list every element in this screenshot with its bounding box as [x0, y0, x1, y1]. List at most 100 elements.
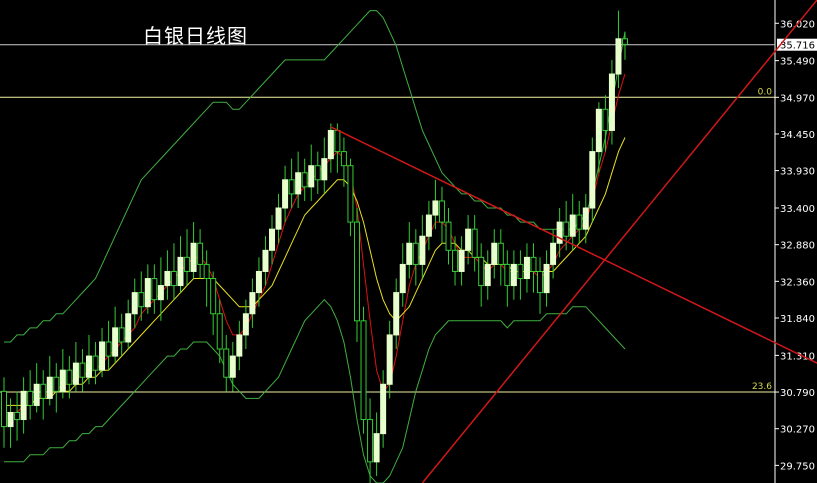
- candle-up: [556, 221, 563, 244]
- candle-up: [262, 249, 269, 272]
- candle-up: [373, 433, 380, 463]
- y-tick-label: 32.360: [780, 277, 815, 288]
- candle-up: [275, 207, 282, 230]
- candle-down: [14, 411, 21, 421]
- candle-down: [471, 228, 478, 258]
- candle-up: [112, 327, 119, 357]
- candle-down: [92, 355, 99, 371]
- candle-down: [118, 327, 125, 343]
- candle-up: [465, 228, 472, 251]
- candle-down: [216, 313, 223, 350]
- fib-level-label: 23.6: [752, 382, 772, 392]
- candle-up: [327, 129, 334, 160]
- candle-up: [164, 270, 171, 287]
- candle-up: [425, 214, 432, 237]
- candle-down: [360, 320, 367, 421]
- candle-down: [497, 242, 504, 265]
- candle-down: [517, 263, 524, 280]
- candle-down: [537, 270, 544, 294]
- candle-up: [523, 256, 530, 280]
- candle-down: [197, 242, 204, 265]
- candle-down: [203, 263, 210, 280]
- candle-up: [72, 362, 79, 385]
- candle-up: [46, 376, 53, 399]
- candle-up: [295, 172, 302, 195]
- fib-level-label: 0.0: [758, 87, 773, 97]
- candle-up: [321, 158, 328, 181]
- candle-down: [478, 256, 485, 287]
- candle-up: [308, 165, 315, 188]
- candle-up: [484, 263, 491, 287]
- y-tick-label: 34.450: [780, 130, 815, 141]
- candle-up: [144, 278, 151, 308]
- candle-up: [177, 256, 184, 287]
- candle-down: [412, 242, 419, 265]
- candle-up: [99, 341, 106, 371]
- candle-up: [20, 390, 27, 421]
- candle-down: [340, 151, 347, 167]
- candle-up: [550, 242, 557, 265]
- candle-up: [7, 411, 14, 428]
- candle-up: [458, 249, 465, 272]
- candle-down: [53, 376, 60, 392]
- candle-down: [445, 221, 452, 251]
- trend-line: [330, 126, 817, 364]
- y-tick-label: 34.970: [780, 93, 815, 104]
- candle-down: [151, 278, 158, 301]
- series-line: [4, 298, 626, 483]
- candle-up: [33, 383, 40, 406]
- candle-down: [79, 362, 86, 378]
- candle-up: [419, 235, 426, 265]
- candle-down: [301, 172, 308, 188]
- candle-down: [223, 348, 230, 378]
- candle-up: [255, 270, 262, 294]
- candle-up: [59, 369, 66, 392]
- candle-up: [236, 334, 243, 357]
- candle-up: [386, 334, 393, 385]
- candle-up: [543, 263, 550, 294]
- candle-down: [1, 390, 7, 428]
- candle-up: [125, 313, 132, 343]
- candle-up: [131, 292, 138, 315]
- candle-down: [105, 341, 112, 357]
- y-tick-label: 30.270: [780, 425, 815, 436]
- candle-down: [66, 369, 73, 385]
- candle-down: [334, 129, 341, 153]
- candle-up: [491, 242, 498, 265]
- candle-down: [353, 221, 360, 322]
- candle-up: [432, 200, 439, 216]
- current-price-label: 35.716: [780, 41, 815, 52]
- candle-down: [27, 390, 34, 406]
- candle-down: [288, 179, 295, 195]
- candle-up: [242, 313, 249, 336]
- candle-down: [40, 383, 47, 399]
- candle-up: [380, 383, 387, 435]
- candle-up: [608, 73, 615, 131]
- candle-up: [582, 207, 589, 230]
- candle-down: [563, 221, 570, 237]
- y-tick-label: 33.930: [780, 167, 815, 178]
- y-tick-label: 30.790: [780, 388, 815, 399]
- candle-down: [576, 214, 583, 230]
- y-tick-label: 35.490: [780, 57, 815, 68]
- candle-up: [190, 242, 197, 272]
- candle-up: [406, 242, 413, 265]
- candle-down: [602, 108, 609, 131]
- candle-up: [269, 228, 276, 251]
- candle-down: [622, 38, 628, 45]
- candle-up: [399, 263, 406, 294]
- candle-down: [184, 256, 191, 272]
- candle-up: [589, 151, 596, 209]
- candle-down: [347, 165, 354, 223]
- candle-up: [85, 355, 92, 378]
- y-tick-label: 29.750: [780, 461, 815, 472]
- candle-up: [569, 214, 576, 237]
- candle-down: [504, 263, 511, 287]
- candle-up: [282, 179, 289, 209]
- candle-up: [393, 292, 400, 336]
- candle-down: [438, 200, 445, 223]
- y-tick-label: 31.840: [780, 314, 815, 325]
- candle-up: [595, 108, 602, 153]
- candle-up: [229, 355, 236, 378]
- candle-up: [157, 285, 164, 301]
